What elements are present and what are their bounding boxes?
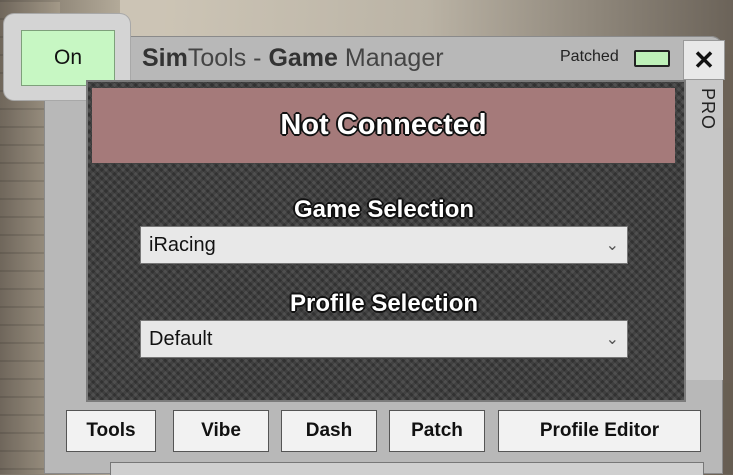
patched-label: Patched [560, 48, 619, 65]
power-on-button[interactable]: On [21, 30, 115, 86]
connection-status-text: Not Connected [280, 109, 487, 141]
chevron-down-icon: ⌄ [605, 331, 619, 348]
connection-status-banner: Not Connected [92, 88, 675, 163]
patch-button[interactable]: Patch [389, 410, 485, 452]
vibe-button[interactable]: Vibe [173, 410, 269, 452]
patched-indicator [634, 50, 670, 67]
close-button[interactable]: ✕ [683, 40, 725, 80]
close-icon: ✕ [693, 44, 715, 75]
profile-select[interactable]: Default ⌄ [140, 320, 628, 358]
background-top [120, 0, 733, 40]
game-select-value: iRacing [149, 233, 216, 256]
chevron-down-icon: ⌄ [605, 237, 619, 254]
game-selection-label: Game Selection [293, 196, 475, 223]
profile-selection-label: Profile Selection [289, 290, 479, 317]
game-select[interactable]: iRacing ⌄ [140, 226, 628, 264]
bottom-status-bar [110, 462, 704, 475]
dash-button[interactable]: Dash [281, 410, 377, 452]
pro-label: PRO [698, 88, 718, 131]
profile-editor-button[interactable]: Profile Editor [498, 410, 701, 452]
window-title: SimTools - Game Manager [142, 44, 444, 72]
profile-select-value: Default [149, 327, 213, 350]
tools-button[interactable]: Tools [66, 410, 156, 452]
